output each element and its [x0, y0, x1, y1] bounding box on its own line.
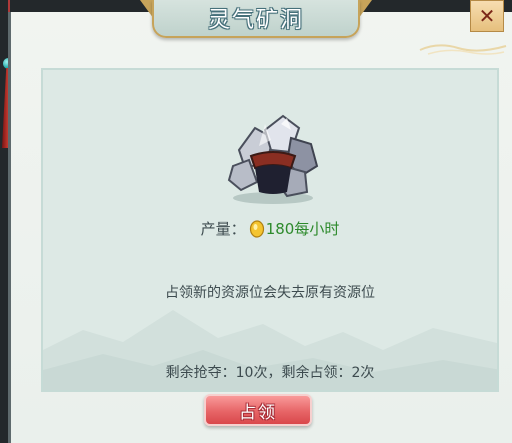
close-button[interactable]: ✕	[470, 0, 504, 32]
mine-info-panel: 产量： 180每小时 占领新的资源位会失去原有资源位 剩余抢夺：10次，剩余占领…	[41, 68, 499, 392]
cloud-ornament	[419, 44, 507, 55]
mine-dialog: 产量： 180每小时 占领新的资源位会失去原有资源位 剩余抢夺：10次，剩余占领…	[8, 12, 512, 443]
occupy-button-label: 占领	[239, 402, 277, 423]
title-plate: 灵气矿洞	[152, 0, 360, 38]
gold-coin-icon	[249, 219, 264, 238]
occupy-button[interactable]: 占领	[204, 394, 312, 426]
spirit-ore-mine-icon	[227, 114, 319, 204]
remaining-attempts-text: 剩余抢夺：10次，剩余占领：2次	[165, 365, 375, 381]
production-label: 产量：	[200, 220, 246, 238]
close-icon: ✕	[478, 4, 496, 28]
occupy-warning-text: 占领新的资源位会失去原有资源位	[165, 285, 375, 301]
dialog-title: 灵气矿洞	[207, 8, 304, 33]
production-row: 产量： 180每小时	[43, 218, 497, 239]
production-value: 180每小时	[265, 220, 340, 238]
